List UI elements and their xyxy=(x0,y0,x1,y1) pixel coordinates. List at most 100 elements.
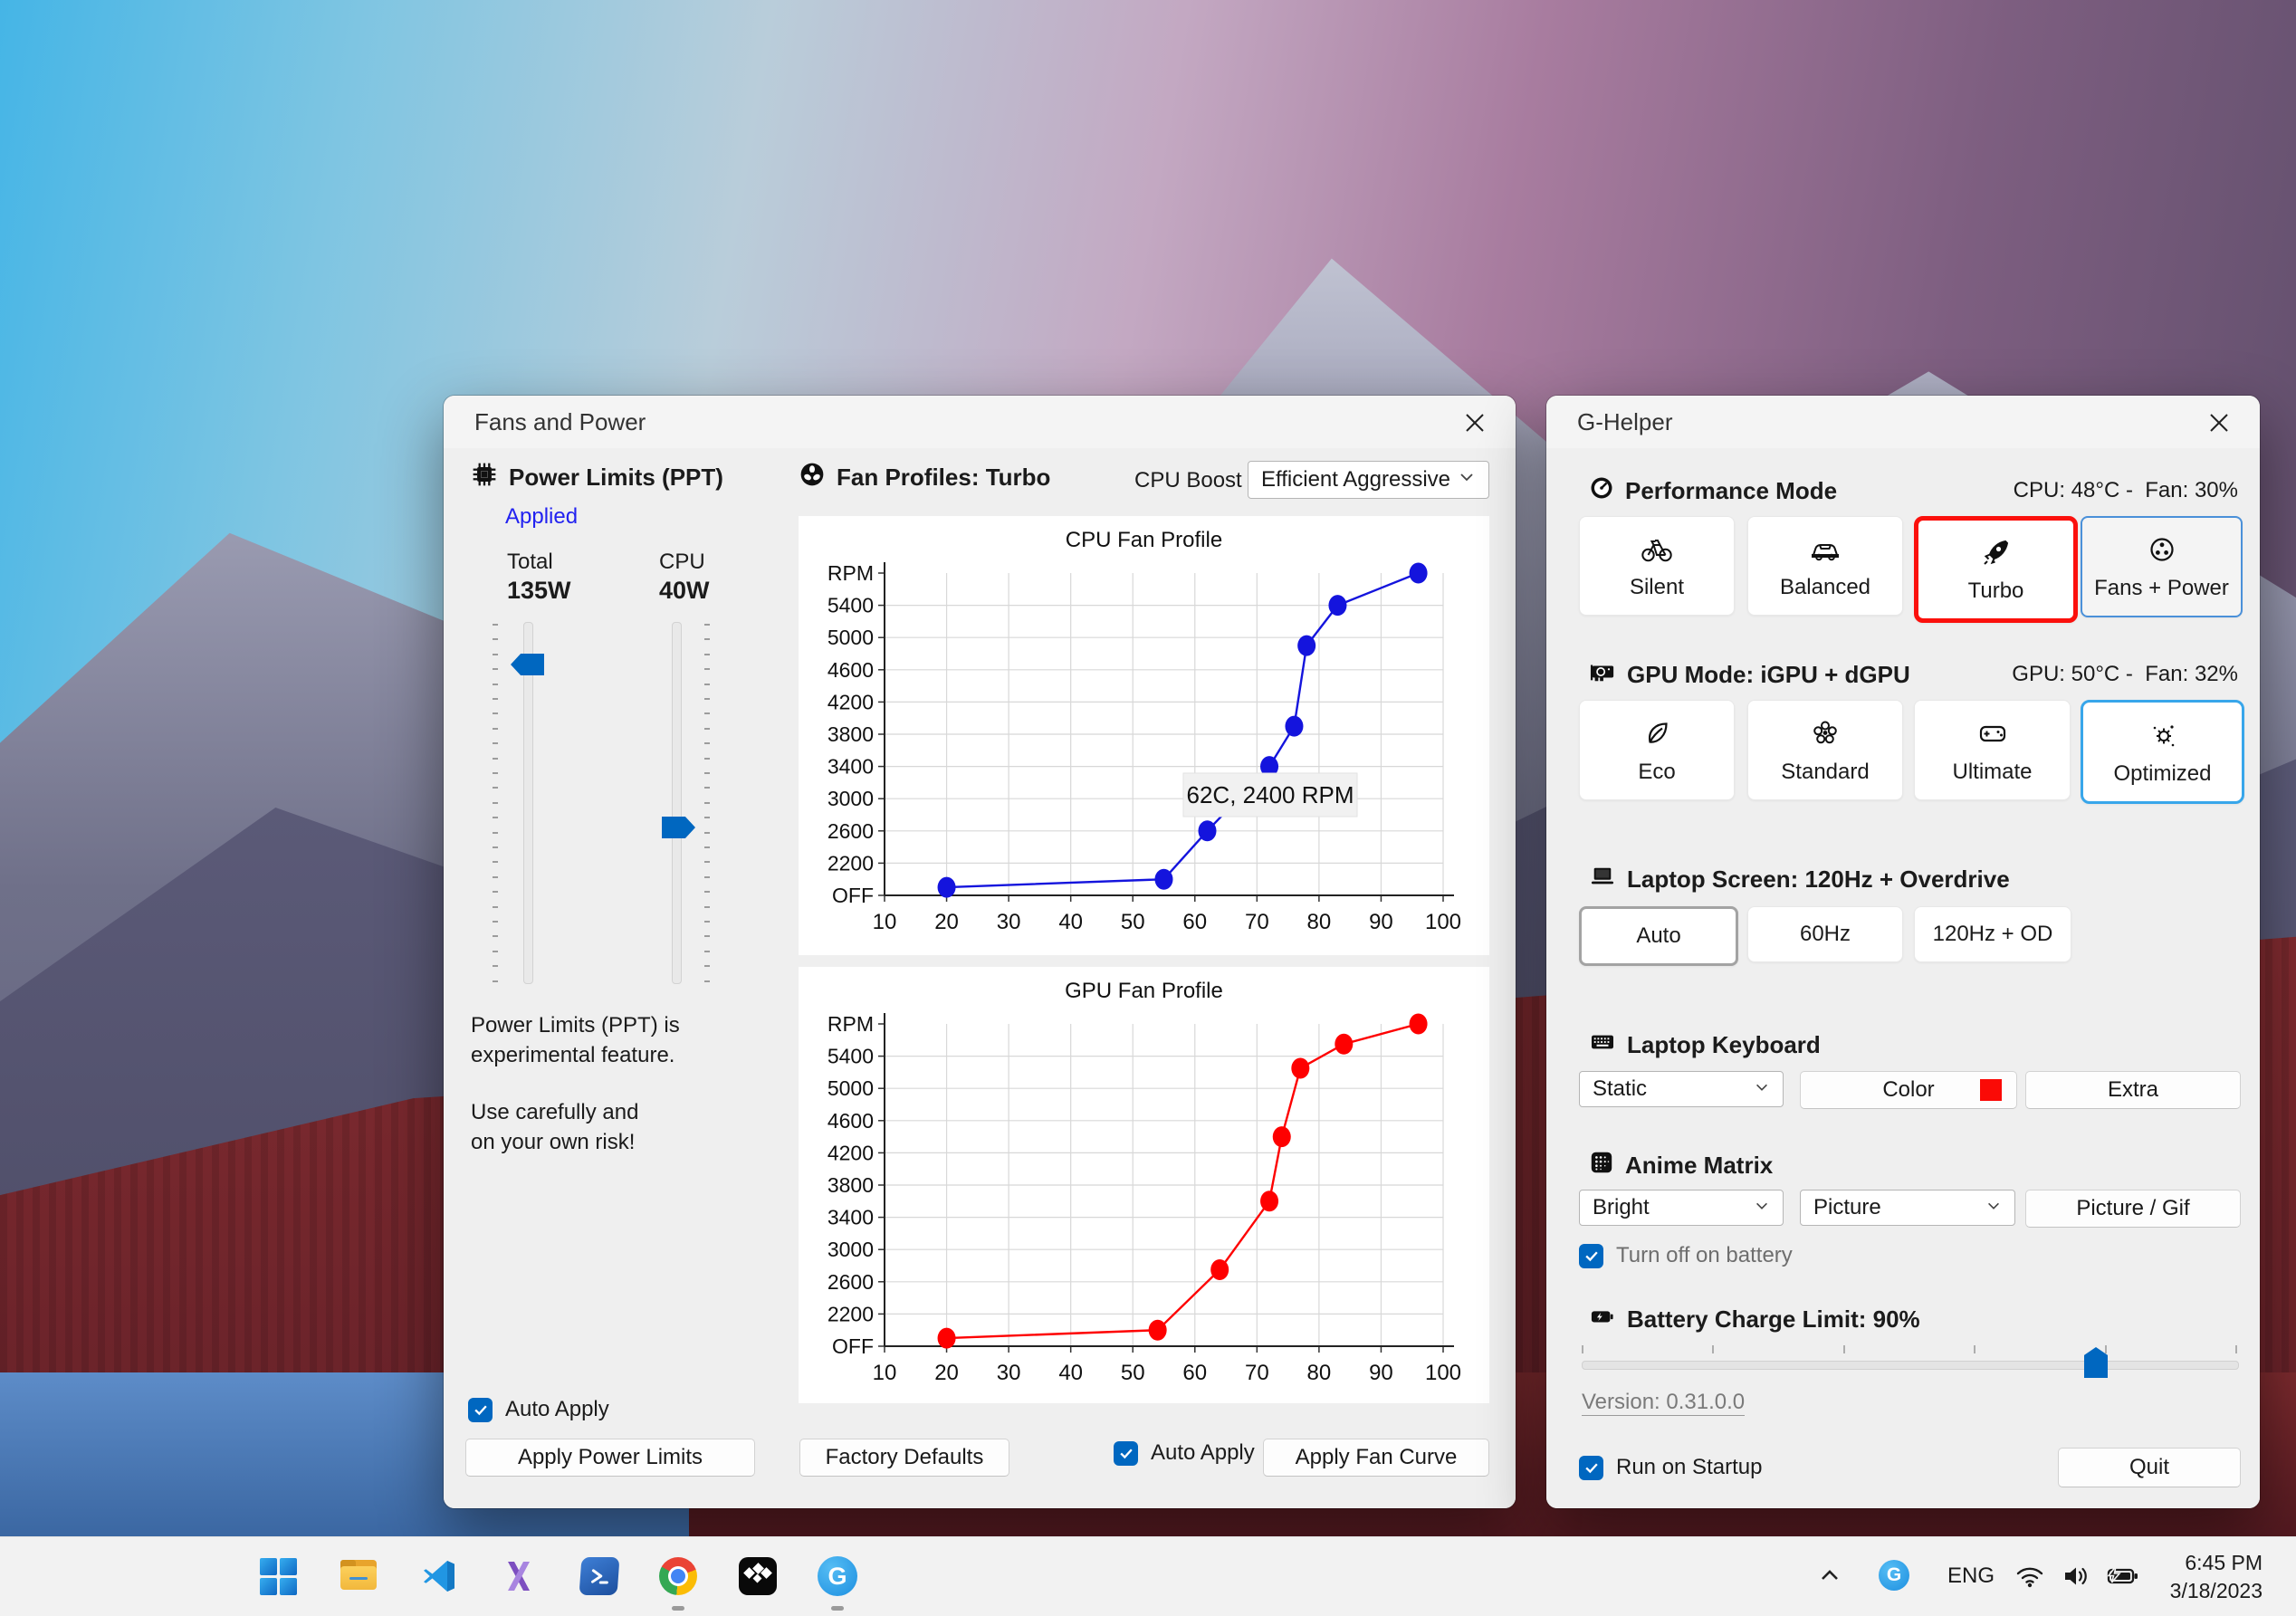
battery-limit-slider[interactable] xyxy=(1582,1361,2239,1370)
factory-defaults-button[interactable]: Factory Defaults xyxy=(799,1439,1009,1477)
turn-off-on-battery-checkbox[interactable] xyxy=(1579,1244,1603,1268)
gpu-ultimate-button[interactable]: Ultimate xyxy=(1914,700,2071,800)
screen-120hz-od-button[interactable]: 120Hz + OD xyxy=(1914,906,2071,962)
powershell-button[interactable] xyxy=(579,1556,619,1596)
version-row: Version: 0.31.0.0 xyxy=(1582,1390,1745,1416)
version-link[interactable]: Version: 0.31.0.0 xyxy=(1582,1390,1745,1416)
screen-60hz-button[interactable]: 60Hz xyxy=(1747,906,1903,962)
power-auto-apply-label: Auto Apply xyxy=(505,1397,609,1422)
fans-window-titlebar[interactable]: Fans and Power xyxy=(444,396,1516,448)
tray-show-hidden-icons-button[interactable] xyxy=(1813,1560,1846,1592)
warning-line-4: on your own risk! xyxy=(471,1127,779,1157)
gpu-standard-button[interactable]: Standard xyxy=(1747,700,1903,800)
svg-text:4200: 4200 xyxy=(828,690,874,713)
mode-turbo-label: Turbo xyxy=(1968,579,2024,604)
purple-dev-app-button[interactable] xyxy=(499,1556,539,1596)
quit-button[interactable]: Quit xyxy=(2058,1448,2241,1487)
fan-auto-apply-checkbox[interactable] xyxy=(1114,1441,1138,1466)
total-slider-ticks xyxy=(493,624,498,984)
gpu-eco-button[interactable]: Eco xyxy=(1579,700,1735,800)
diamond-app-icon xyxy=(739,1557,777,1595)
keyboard-mode-select[interactable]: Static xyxy=(1579,1071,1784,1107)
matrix-brightness-select[interactable]: Bright xyxy=(1579,1190,1784,1226)
gpu-optimized-button-selected[interactable]: Optimized xyxy=(2081,700,2244,804)
svg-text:2600: 2600 xyxy=(828,819,874,843)
cpu-boost-select[interactable]: Efficient Aggressive xyxy=(1248,461,1489,499)
mode-fans-power-button[interactable]: Fans + Power xyxy=(2081,516,2243,617)
mode-turbo-button-selected[interactable]: Turbo xyxy=(1914,516,2078,623)
file-explorer-button[interactable] xyxy=(339,1556,378,1596)
svg-text:40: 40 xyxy=(1058,910,1083,934)
keyboard-extra-button[interactable]: Extra xyxy=(2025,1071,2241,1109)
matrix-picture-gif-button[interactable]: Picture / Gif xyxy=(2025,1190,2241,1228)
fan-outline-icon xyxy=(2146,532,2178,567)
tray-volume-button[interactable] xyxy=(2057,1560,2095,1592)
gpu-mode-header-row: GPU Mode: iGPU + dGPU xyxy=(1589,659,1910,691)
tray-wifi-button[interactable] xyxy=(2012,1560,2048,1592)
mode-balanced-button[interactable]: Balanced xyxy=(1747,516,1903,616)
svg-text:10: 10 xyxy=(873,1361,897,1385)
ghelper-titlebar[interactable]: G-Helper xyxy=(1546,396,2260,448)
apply-fan-curve-button[interactable]: Apply Fan Curve xyxy=(1263,1439,1489,1477)
fan-auto-apply-row: Auto Apply xyxy=(1114,1440,1255,1466)
svg-text:100: 100 xyxy=(1425,1361,1461,1385)
ghelper-close-icon[interactable] xyxy=(2202,406,2236,440)
keyboard-color-button[interactable]: Color xyxy=(1800,1071,2017,1109)
total-power-slider-handle[interactable] xyxy=(511,654,544,675)
diamond-app-button[interactable] xyxy=(738,1556,778,1596)
tray-date: 3/18/2023 xyxy=(2170,1577,2263,1605)
mode-silent-label: Silent xyxy=(1630,575,1684,600)
chevron-down-icon xyxy=(1754,1195,1770,1220)
power-auto-apply-checkbox[interactable] xyxy=(468,1398,493,1422)
svg-text:50: 50 xyxy=(1121,1361,1145,1385)
laptop-screen-header: Laptop Screen: 120Hz + Overdrive xyxy=(1627,865,2010,894)
tray-language-button[interactable]: ENG xyxy=(1937,1559,2004,1593)
battery-icon xyxy=(1589,1305,1616,1334)
gpu-standard-label: Standard xyxy=(1781,760,1869,785)
mode-silent-button[interactable]: Silent xyxy=(1579,516,1735,616)
screen-auto-button-selected[interactable]: Auto xyxy=(1579,906,1738,966)
svg-text:GPU Fan Profile: GPU Fan Profile xyxy=(1065,979,1223,1003)
total-watts-label: Total xyxy=(507,550,553,575)
ghelper-title: G-Helper xyxy=(1577,408,1672,436)
svg-text:80: 80 xyxy=(1307,910,1332,934)
cpu-power-slider[interactable] xyxy=(672,622,682,984)
matrix-mode-select[interactable]: Picture xyxy=(1800,1190,2015,1226)
svg-text:30: 30 xyxy=(997,1361,1021,1385)
svg-text:CPU Fan Profile: CPU Fan Profile xyxy=(1066,528,1222,552)
svg-text:OFF: OFF xyxy=(832,884,874,907)
chrome-button[interactable] xyxy=(658,1556,698,1596)
ghelper-taskbar-button[interactable]: G xyxy=(818,1556,857,1596)
fans-window-close-icon[interactable] xyxy=(1458,406,1492,440)
tray-clock[interactable]: 6:45 PM 3/18/2023 xyxy=(2170,1549,2263,1605)
laptop-screen-icon xyxy=(1589,865,1616,894)
svg-text:50: 50 xyxy=(1121,910,1145,934)
svg-text:62C, 2400 RPM: 62C, 2400 RPM xyxy=(1187,781,1354,808)
start-button[interactable] xyxy=(258,1556,298,1596)
svg-text:2200: 2200 xyxy=(828,851,874,875)
bicycle-icon xyxy=(1641,531,1673,566)
tray-battery-button[interactable] xyxy=(2102,1560,2142,1592)
tray-ghelper-button[interactable]: G xyxy=(1878,1559,1910,1592)
screen-60hz-label: 60Hz xyxy=(1800,922,1851,947)
ghelper-running-indicator xyxy=(831,1606,844,1611)
svg-text:20: 20 xyxy=(934,1361,959,1385)
svg-text:4600: 4600 xyxy=(828,1109,874,1133)
vscode-button[interactable] xyxy=(419,1556,459,1596)
svg-text:4200: 4200 xyxy=(828,1141,874,1164)
desktop: Fans and Power Power Limits (PPT) Applie… xyxy=(0,0,2296,1615)
keyboard-color-swatch xyxy=(1980,1079,2002,1101)
cpu-power-slider-handle[interactable] xyxy=(662,817,695,838)
total-power-slider[interactable] xyxy=(523,622,533,984)
svg-text:RPM: RPM xyxy=(828,561,874,585)
apply-power-limits-button[interactable]: Apply Power Limits xyxy=(465,1439,755,1477)
cpu-fan-profile-chart[interactable]: CPU Fan ProfileRPM5400500046004200380034… xyxy=(799,516,1489,955)
svg-text:3400: 3400 xyxy=(828,1206,874,1229)
run-on-startup-checkbox[interactable] xyxy=(1579,1456,1603,1480)
fan-auto-apply-label: Auto Apply xyxy=(1151,1440,1255,1466)
gpu-fan-profile-chart[interactable]: GPU Fan ProfileRPM5400500046004200380034… xyxy=(799,967,1489,1403)
keyboard-icon xyxy=(1589,1031,1616,1059)
mode-balanced-label: Balanced xyxy=(1780,575,1870,600)
cpu-watts-label: CPU xyxy=(659,550,705,575)
chevron-down-icon xyxy=(1458,467,1476,492)
